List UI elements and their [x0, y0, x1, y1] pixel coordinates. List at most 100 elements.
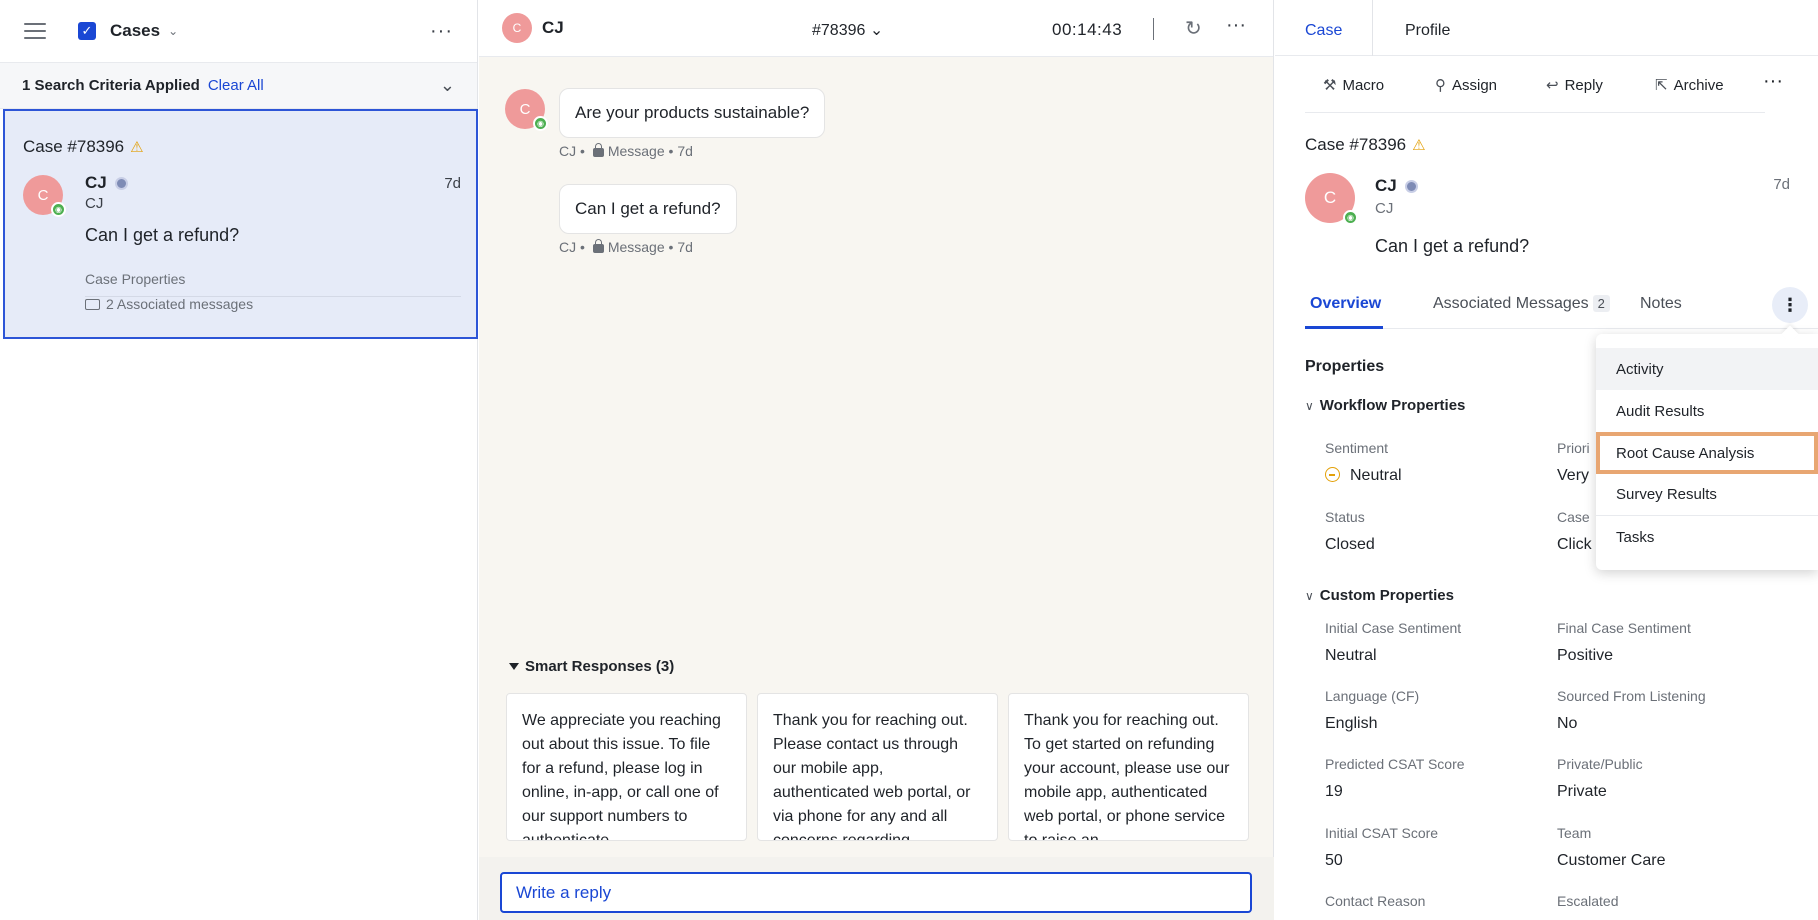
case-list-pane: ✓ Cases ⌄ ··· 1 Search Criteria Applied … — [0, 0, 478, 920]
case-field-value[interactable]: Click — [1557, 536, 1592, 554]
neutral-face-icon — [1325, 467, 1340, 482]
magic-wand-icon: ⚒ — [1323, 77, 1337, 94]
timer: 00:14:43 — [1052, 20, 1123, 39]
sentiment-value: Neutral — [1325, 467, 1402, 485]
tab-notes[interactable]: Notes — [1640, 295, 1682, 313]
criteria-text: 1 Search Criteria Applied — [22, 77, 200, 94]
customer-handle: CJ — [85, 195, 104, 212]
case-message: Can I get a refund? — [1375, 236, 1530, 256]
property-value: English — [1325, 715, 1378, 732]
tab-associated-messages[interactable]: Associated Messages 2 — [1433, 295, 1610, 313]
case-number: Case #78396 ⚠ — [1305, 135, 1426, 154]
menu-item-root-cause-analysis[interactable]: Root Cause Analysis — [1596, 432, 1818, 474]
properties-title: Properties — [1305, 358, 1385, 375]
status-value: Closed — [1325, 536, 1375, 553]
chevron-down-icon: ⌄ — [869, 22, 884, 39]
archive-button[interactable]: ⇱ Archive — [1655, 76, 1724, 94]
property-value: 50 — [1325, 852, 1343, 869]
avatar: C ◉ — [505, 89, 548, 131]
case-time: 7d — [1773, 176, 1790, 193]
archive-icon: ⇱ — [1655, 77, 1668, 94]
workflow-properties-toggle[interactable]: ∨ Workflow Properties — [1305, 397, 1465, 414]
chevron-down-icon[interactable]: ⌄ — [168, 24, 178, 38]
smart-response-card[interactable]: Thank you for reaching out. Please conta… — [757, 693, 998, 841]
count-badge: 2 — [1592, 295, 1610, 312]
select-all-checkbox[interactable]: ✓ — [78, 22, 96, 40]
more-tabs-kebab-icon[interactable]: ⋮ — [1772, 287, 1808, 323]
message-bubble: Can I get a refund? — [559, 184, 737, 234]
macro-button[interactable]: ⚒ Macro — [1323, 76, 1384, 94]
assign-button[interactable]: ⚲ Assign — [1435, 76, 1497, 94]
conversation-customer-name: CJ — [542, 18, 564, 37]
customer-name: CJ — [1375, 176, 1418, 196]
case-list-item[interactable]: Case #78396 ⚠ C ◉ CJ CJ 7d Can I get a ref… — [3, 109, 478, 339]
warning-icon: ⚠ — [1412, 137, 1426, 154]
clear-all-link[interactable]: Clear All — [208, 77, 264, 94]
property-label: Initial Case Sentiment — [1325, 620, 1462, 636]
detail-tabs: Case Profile — [1275, 0, 1818, 56]
tab-case[interactable]: Case — [1305, 22, 1342, 40]
property-value: Customer Care — [1557, 852, 1666, 869]
message-meta: CJ • Message • 7d — [559, 239, 693, 255]
envelope-icon — [85, 299, 100, 310]
case-time: 7d — [444, 175, 461, 192]
cases-dropdown[interactable]: Cases — [110, 21, 160, 41]
verified-icon — [114, 177, 128, 191]
property-label: Final Case Sentiment — [1557, 620, 1691, 636]
tab-overview[interactable]: Overview — [1310, 295, 1381, 313]
avatar: C — [502, 13, 532, 43]
warning-icon: ⚠ — [130, 139, 144, 156]
assign-user-icon: ⚲ — [1435, 77, 1446, 94]
smart-response-card[interactable]: We appreciate you reaching out about thi… — [506, 693, 747, 841]
channel-badge-icon: ◉ — [533, 116, 548, 131]
reply-bar: Write a reply — [479, 857, 1274, 920]
more-options-icon[interactable]: ··· — [1763, 70, 1783, 93]
property-label: Private/Public — [1557, 756, 1643, 772]
property-label: Team — [1557, 825, 1592, 841]
case-toolbar: ⚒ Macro ⚲ Assign ↩ Reply ⇱ Archive ··· — [1305, 66, 1783, 113]
property-label: Escalated — [1557, 893, 1619, 909]
property-value: No — [1557, 715, 1578, 732]
more-tabs-menu: Activity Audit Results Root Cause Analys… — [1596, 334, 1818, 570]
chevron-down-icon: ∨ — [1305, 399, 1314, 413]
message-bubble: Are your products sustainable? — [559, 88, 826, 138]
chevron-down-icon: ∨ — [1305, 589, 1314, 603]
property-label: Contact Reason — [1325, 893, 1426, 909]
case-number: Case #78396 ⚠ — [23, 137, 144, 156]
divider — [1153, 18, 1154, 40]
property-label: Sourced From Listening — [1557, 688, 1706, 704]
channel-badge-icon: ◉ — [1343, 210, 1358, 225]
avatar: C ◉ — [23, 175, 66, 217]
case-list-header: ✓ Cases ⌄ ··· — [0, 0, 477, 63]
refresh-icon[interactable]: ↻ — [1185, 16, 1202, 41]
menu-item-audit-results[interactable]: Audit Results — [1596, 390, 1818, 432]
custom-properties-toggle[interactable]: ∨ Custom Properties — [1305, 587, 1454, 604]
menu-icon[interactable] — [24, 23, 46, 39]
reply-input[interactable]: Write a reply — [500, 872, 1252, 913]
tab-profile[interactable]: Profile — [1405, 22, 1450, 40]
property-label: Language (CF) — [1325, 688, 1420, 704]
menu-item-survey-results[interactable]: Survey Results — [1596, 474, 1818, 516]
property-label: Predicted CSAT Score — [1325, 756, 1465, 772]
case-message: Can I get a refund? — [85, 225, 240, 245]
lock-icon — [592, 239, 604, 253]
property-value: Positive — [1557, 647, 1614, 664]
more-options-icon[interactable]: ··· — [430, 20, 453, 43]
priority-value: Very — [1557, 467, 1590, 484]
menu-item-activity[interactable]: Activity — [1596, 348, 1818, 390]
case-field-label: Case — [1557, 509, 1590, 525]
more-options-icon[interactable]: ··· — [1226, 14, 1246, 37]
caret-down-icon — [509, 663, 519, 670]
property-value: Private — [1557, 783, 1607, 800]
channel-badge-icon: ◉ — [51, 202, 66, 217]
expand-criteria-icon[interactable]: ⌄ — [440, 75, 455, 96]
menu-item-tasks[interactable]: Tasks — [1596, 516, 1818, 558]
smart-response-card[interactable]: Thank you for reaching out. To get start… — [1008, 693, 1249, 841]
reply-button[interactable]: ↩ Reply — [1546, 76, 1603, 94]
smart-responses-toggle[interactable]: Smart Responses (3) — [509, 658, 674, 675]
case-properties-label: Case Properties — [85, 271, 461, 297]
associated-messages: 2 Associated messages — [85, 296, 253, 312]
case-id-dropdown[interactable]: #78396 ⌄ — [812, 20, 883, 40]
priority-label: Priori — [1557, 440, 1590, 456]
reply-icon: ↩ — [1546, 77, 1559, 94]
